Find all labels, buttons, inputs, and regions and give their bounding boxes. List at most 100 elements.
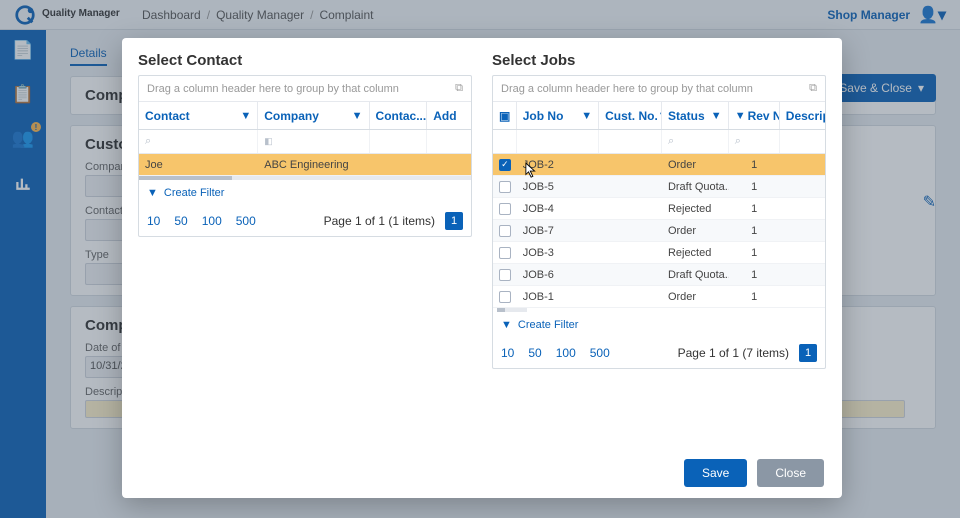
search-icon: ⌕: [735, 135, 741, 148]
col-contact[interactable]: Contact▼: [139, 102, 258, 129]
contacts-group-row[interactable]: Drag a column header here to group by th…: [139, 76, 471, 102]
search-status[interactable]: ⌕: [662, 130, 729, 153]
contacts-search-row: ⌕ ◧: [139, 130, 471, 154]
col-add[interactable]: Add: [427, 102, 471, 129]
jobs-pager: 10 50 100 500 Page 1 of 1 (7 items) 1: [493, 338, 825, 368]
cell-checkbox[interactable]: [493, 225, 517, 237]
search-sel[interactable]: [493, 130, 517, 153]
search-add[interactable]: [427, 130, 471, 153]
jobs-page-info: Page 1 of 1 (7 items): [678, 346, 789, 360]
search-jobno[interactable]: [517, 130, 599, 153]
cell-company: ABC Engineering: [258, 159, 369, 171]
cell-status: Order: [662, 291, 729, 303]
jobs-group-row[interactable]: Drag a column header here to group by th…: [493, 76, 825, 102]
jobs-h-scrollbar[interactable]: [497, 308, 527, 312]
search-company[interactable]: ◧: [258, 130, 369, 153]
column-chooser-icon[interactable]: ⧉: [455, 82, 463, 95]
contacts-grid: Drag a column header here to group by th…: [138, 75, 472, 237]
cell-contact: Joe: [139, 159, 258, 171]
cell-checkbox[interactable]: [493, 203, 517, 215]
jobs-grid: Drag a column header here to group by th…: [492, 75, 826, 369]
page-size-10[interactable]: 10: [501, 346, 514, 360]
filter-icon[interactable]: ▼: [711, 110, 722, 122]
close-button[interactable]: Close: [757, 459, 824, 487]
job-row[interactable]: JOB-4Rejected1: [493, 198, 825, 220]
page-size-10[interactable]: 10: [147, 214, 160, 228]
cell-checkbox[interactable]: [493, 291, 517, 303]
cell-jobno: JOB-5: [517, 181, 599, 193]
filter-icon[interactable]: ▼: [581, 110, 592, 122]
cell-jobno: JOB-1: [517, 291, 599, 303]
jobs-search-row: ⌕ ⌕: [493, 130, 825, 154]
cell-status: Order: [662, 159, 729, 171]
contacts-h-scrollbar[interactable]: [139, 176, 471, 180]
col-status[interactable]: Status▼: [662, 102, 729, 129]
col-select[interactable]: ▣: [493, 102, 517, 129]
search-rev[interactable]: ⌕: [729, 130, 780, 153]
contacts-header: Contact▼ Company▼ Contac...▼ Add: [139, 102, 471, 130]
cell-revno: 1: [729, 203, 780, 215]
filter-icon[interactable]: ▼: [240, 110, 251, 122]
page-number[interactable]: 1: [445, 212, 463, 230]
jobs-title: Select Jobs: [492, 52, 826, 69]
column-chooser-icon[interactable]: ⧉: [809, 82, 817, 95]
search-icon: ⌕: [668, 135, 674, 148]
job-row[interactable]: JOB-3 Rejected1: [493, 242, 825, 264]
search-icon: ⌕: [145, 135, 151, 148]
jobs-create-filter[interactable]: ▼ Create Filter: [493, 312, 825, 338]
job-row[interactable]: JOB-5Draft Quota...1: [493, 176, 825, 198]
save-button[interactable]: Save: [684, 459, 747, 487]
job-row[interactable]: JOB-7 Order1: [493, 220, 825, 242]
job-row[interactable]: JOB-6 Draft Quota...1: [493, 264, 825, 286]
jobs-header: ▣ Job No▼ Cust. No.▼ Status▼ ▼Rev No. De…: [493, 102, 825, 130]
cell-checkbox[interactable]: ✓: [493, 159, 517, 171]
cell-revno: 1: [729, 291, 780, 303]
page-size-50[interactable]: 50: [528, 346, 541, 360]
job-row[interactable]: JOB-1 Order1: [493, 286, 825, 308]
search-descrip[interactable]: [780, 130, 825, 153]
cell-checkbox[interactable]: [493, 269, 517, 281]
col-jobno[interactable]: Job No▼: [517, 102, 599, 129]
cell-revno: 1: [729, 269, 780, 281]
col-company[interactable]: Company▼: [258, 102, 369, 129]
cell-status: Order: [662, 225, 729, 237]
col-revno[interactable]: ▼Rev No.: [729, 102, 780, 129]
page-size-500[interactable]: 500: [590, 346, 610, 360]
cell-revno: 1: [729, 225, 780, 237]
contacts-panel: Select Contact Drag a column header here…: [138, 52, 472, 444]
search-contact2[interactable]: [370, 130, 428, 153]
col-contact2[interactable]: Contac...▼: [370, 102, 428, 129]
cell-revno: 1: [729, 247, 780, 259]
filter-icon[interactable]: ▼: [352, 110, 363, 122]
cell-revno: 1: [729, 181, 780, 193]
search-custno[interactable]: [599, 130, 662, 153]
page-size-100[interactable]: 100: [202, 214, 222, 228]
col-custno[interactable]: Cust. No.▼: [599, 102, 662, 129]
col-descrip[interactable]: Descrip: [780, 102, 825, 129]
funnel-icon: ▼: [147, 187, 158, 199]
cell-jobno: JOB-2: [517, 159, 599, 171]
contacts-title: Select Contact: [138, 52, 472, 69]
page-size-100[interactable]: 100: [556, 346, 576, 360]
cell-checkbox[interactable]: [493, 181, 517, 193]
contacts-pager: 10 50 100 500 Page 1 of 1 (1 items) 1: [139, 206, 471, 236]
contact-row[interactable]: JoeABC Engineering: [139, 154, 471, 176]
cell-status: Rejected: [662, 247, 729, 259]
cell-status: Draft Quota...: [662, 269, 729, 281]
search-contact[interactable]: ⌕: [139, 130, 258, 153]
contacts-create-filter[interactable]: ▼ Create Filter: [139, 180, 471, 206]
cell-checkbox[interactable]: [493, 247, 517, 259]
page-size-50[interactable]: 50: [174, 214, 187, 228]
modal-footer: Save Close: [122, 448, 842, 498]
job-row[interactable]: ✓JOB-2 Order1: [493, 154, 825, 176]
funnel-icon: ▼: [501, 319, 512, 331]
cell-revno: 1: [729, 159, 780, 171]
filter-icon[interactable]: ▼: [735, 110, 746, 122]
contacts-page-info: Page 1 of 1 (1 items): [324, 214, 435, 228]
page-size-500[interactable]: 500: [236, 214, 256, 228]
page-number[interactable]: 1: [799, 344, 817, 362]
cell-jobno: JOB-7: [517, 225, 599, 237]
select-column-icon: ▣: [499, 109, 510, 123]
cell-jobno: JOB-6: [517, 269, 599, 281]
cell-jobno: JOB-3: [517, 247, 599, 259]
